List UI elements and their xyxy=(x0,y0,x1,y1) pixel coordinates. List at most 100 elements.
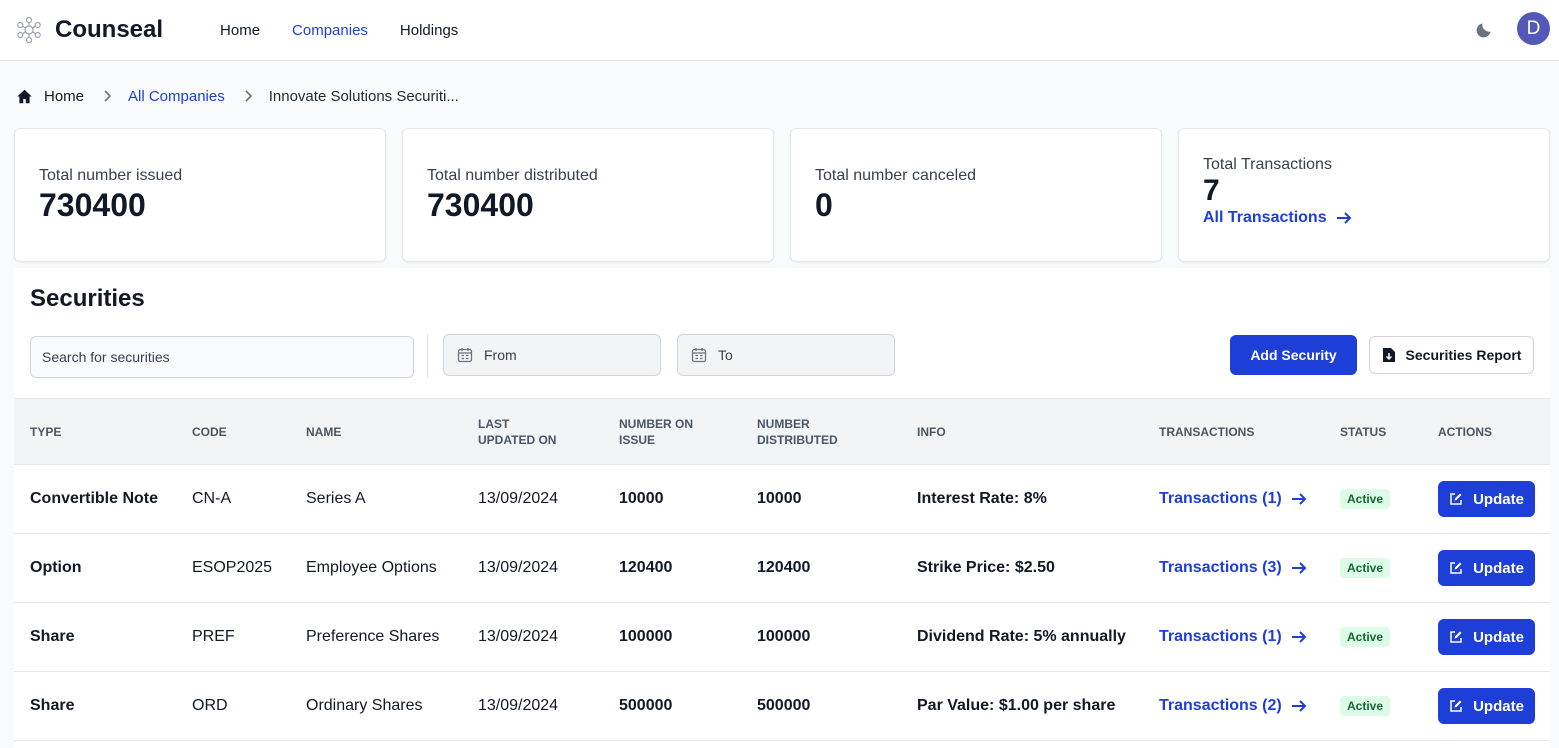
cell-code: ORD xyxy=(192,697,228,714)
cell-transactions: Transactions (1) xyxy=(1143,603,1324,672)
cell-transactions: Transactions (1) xyxy=(1143,465,1324,534)
from-date-placeholder: From xyxy=(484,347,517,363)
arrow-right-icon xyxy=(1291,631,1307,643)
stat-card-transactions: Total Transactions 7 All Transactions xyxy=(1178,128,1550,262)
cell-transactions: Transactions (2) xyxy=(1143,672,1324,741)
cell-updated: 13/09/2024 xyxy=(478,559,559,576)
chevron-right-icon xyxy=(104,90,112,102)
stat-label: Total number canceled xyxy=(815,167,976,184)
cell-on-issue: 500000 xyxy=(619,697,673,714)
cell-name: Preference Shares xyxy=(306,628,440,645)
edit-icon xyxy=(1450,631,1462,643)
logo-icon xyxy=(17,16,41,44)
breadcrumb-home-label: Home xyxy=(44,87,85,105)
all-transactions-link[interactable]: All Transactions xyxy=(1203,209,1525,227)
update-button-label: Update xyxy=(1473,559,1524,577)
to-date-placeholder: To xyxy=(718,347,733,363)
cell-updated: 13/09/2024 xyxy=(478,628,559,645)
cell-updated: 13/09/2024 xyxy=(478,490,559,507)
cell-distributed: 500000 xyxy=(757,697,811,714)
page-title: Securities xyxy=(30,285,145,312)
stat-card-canceled: Total number canceled 0 xyxy=(790,128,1162,262)
cell-info: Interest Rate: 8% xyxy=(917,490,1047,507)
cell-actions: Update xyxy=(1422,465,1550,534)
update-button[interactable]: Update xyxy=(1438,688,1535,724)
update-button[interactable]: Update xyxy=(1438,550,1535,586)
calendar-icon xyxy=(457,348,473,363)
cell-name: Employee Options xyxy=(306,559,437,576)
column-header: INFO xyxy=(917,424,946,439)
status-badge: Active xyxy=(1340,558,1391,578)
update-button[interactable]: Update xyxy=(1438,619,1535,655)
cell-info: Par Value: $1.00 per share xyxy=(917,697,1116,714)
stat-card-distributed: Total number distributed 730400 xyxy=(402,128,774,262)
add-security-button[interactable]: Add Security xyxy=(1230,335,1357,375)
nav-companies[interactable]: Companies xyxy=(292,22,368,39)
cell-distributed: 100000 xyxy=(757,628,811,645)
transactions-link[interactable]: Transactions (2) xyxy=(1159,697,1308,715)
top-navbar: Counseal Home Companies Holdings D xyxy=(0,0,1559,61)
from-date-field[interactable]: From xyxy=(443,334,661,376)
column-header: NUMBER DISTRIBUTED xyxy=(757,416,838,447)
column-header: LAST UPDATED ON xyxy=(478,416,557,447)
cell-type: Convertible Note xyxy=(30,490,159,507)
nav-holdings[interactable]: Holdings xyxy=(400,22,458,39)
table-row: Share ORD Ordinary Shares 13/09/2024 500… xyxy=(14,672,1550,741)
column-header: TRANSACTIONS xyxy=(1159,424,1255,439)
cell-info: Strike Price: $2.50 xyxy=(917,559,1055,576)
transactions-link[interactable]: Transactions (1) xyxy=(1159,628,1308,646)
logo[interactable]: Counseal xyxy=(14,15,163,45)
cell-code: PREF xyxy=(192,628,235,645)
to-date-field[interactable]: To xyxy=(677,334,895,376)
breadcrumb-all-companies[interactable]: All Companies xyxy=(128,88,225,105)
edit-icon xyxy=(1450,562,1462,574)
status-badge: Active xyxy=(1340,489,1391,509)
transactions-link-label: Transactions (3) xyxy=(1159,559,1282,576)
cell-type: Share xyxy=(30,628,75,645)
search-input[interactable] xyxy=(30,336,414,378)
transactions-link[interactable]: Transactions (3) xyxy=(1159,559,1308,577)
divider xyxy=(427,334,428,378)
stat-label: Total number issued xyxy=(39,167,183,184)
arrow-right-icon xyxy=(1291,700,1307,712)
cell-name: Ordinary Shares xyxy=(306,697,423,714)
column-header: NUMBER ON ISSUE xyxy=(619,416,693,447)
transactions-link-label: Transactions (1) xyxy=(1159,628,1282,645)
all-transactions-label: All Transactions xyxy=(1203,209,1327,226)
breadcrumb-home[interactable]: Home xyxy=(16,88,84,105)
stat-value: 730400 xyxy=(39,187,146,223)
cell-transactions: Transactions (3) xyxy=(1143,534,1324,603)
status-badge: Active xyxy=(1340,696,1391,716)
arrow-right-icon xyxy=(1291,493,1307,505)
cell-on-issue: 120400 xyxy=(619,559,673,576)
avatar[interactable]: D xyxy=(1517,12,1550,45)
column-header: CODE xyxy=(192,424,227,439)
stat-label: Total number distributed xyxy=(427,167,598,184)
stat-card-issued: Total number issued 730400 xyxy=(14,128,386,262)
update-button-label: Update xyxy=(1473,628,1524,646)
transactions-link-label: Transactions (1) xyxy=(1159,490,1282,507)
update-button-label: Update xyxy=(1473,490,1524,508)
table-row: Option ESOP2025 Employee Options 13/09/2… xyxy=(14,534,1550,603)
table-header: TYPE CODE NAME LAST UPDATED ON NUMBER ON… xyxy=(14,398,1550,465)
cell-type: Option xyxy=(30,559,82,576)
chevron-right-icon xyxy=(245,90,252,102)
cell-distributed: 10000 xyxy=(757,490,802,507)
nav-home[interactable]: Home xyxy=(220,22,260,39)
cell-type: Share xyxy=(30,697,75,714)
cell-on-issue: 100000 xyxy=(619,628,673,645)
table-body: Convertible Note CN-A Series A 13/09/202… xyxy=(14,465,1550,741)
update-button[interactable]: Update xyxy=(1438,481,1535,517)
moon-icon[interactable] xyxy=(1475,19,1495,39)
top-right-controls: D xyxy=(1475,12,1550,45)
transactions-link-label: Transactions (2) xyxy=(1159,697,1282,714)
cell-status: Active xyxy=(1324,465,1422,534)
table-row: Convertible Note CN-A Series A 13/09/202… xyxy=(14,465,1550,534)
securities-report-button[interactable]: Securities Report xyxy=(1369,336,1534,374)
table-row: Share PREF Preference Shares 13/09/2024 … xyxy=(14,603,1550,672)
breadcrumb: Home All Companies Innovate Solutions Se… xyxy=(0,61,1559,131)
transactions-link[interactable]: Transactions (1) xyxy=(1159,490,1308,508)
edit-icon xyxy=(1450,700,1462,712)
column-header: TYPE xyxy=(30,424,62,439)
calendar-icon xyxy=(691,348,707,363)
